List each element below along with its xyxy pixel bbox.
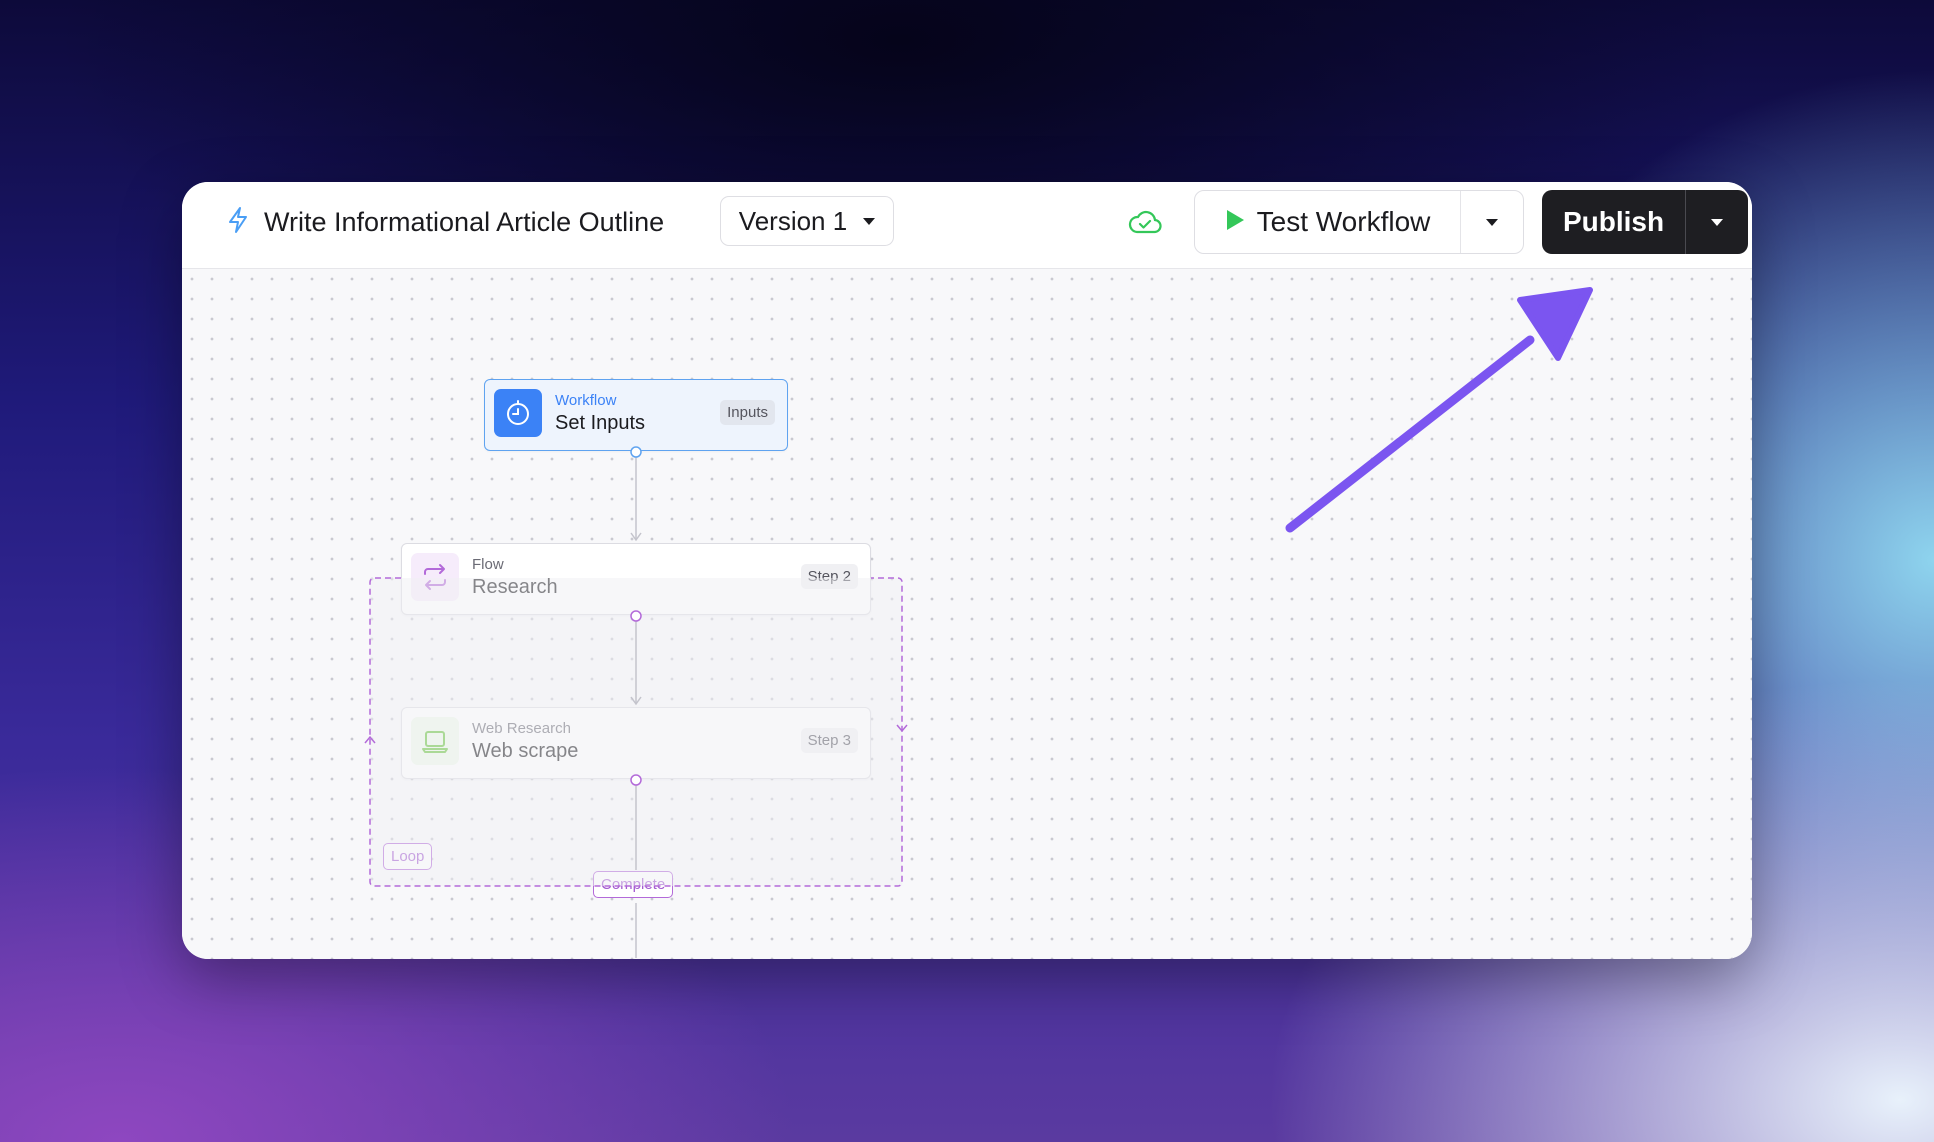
node-kind: Flow — [472, 556, 504, 573]
publish-button[interactable]: Publish — [1542, 190, 1686, 254]
node-badge: Step 3 — [800, 728, 858, 753]
lightning-icon — [226, 206, 250, 239]
version-dropdown[interactable]: Version 1 — [720, 196, 894, 246]
publish-group: Publish — [1542, 190, 1748, 254]
node-research[interactable]: Flow Research Step 2 — [401, 543, 871, 615]
node-name: Web scrape — [472, 740, 579, 762]
node-name: Research — [472, 576, 558, 598]
node-set-inputs[interactable]: Workflow Set Inputs Inputs — [484, 379, 788, 451]
node-kind: Web Research — [472, 720, 571, 737]
node-web-scrape[interactable]: Web Research Web scrape Step 3 — [401, 707, 871, 779]
cloud-check-icon — [1128, 208, 1162, 241]
timer-icon — [494, 389, 542, 437]
loop-tag[interactable]: Loop — [383, 843, 433, 870]
version-label: Version 1 — [738, 205, 848, 236]
laptop-icon — [411, 717, 459, 765]
test-workflow-label: Test Workflow — [1256, 206, 1431, 237]
node-name: Set Inputs — [555, 412, 646, 434]
test-options-button[interactable] — [1461, 191, 1523, 253]
node-badge: Step 2 — [800, 564, 858, 589]
publish-options-button[interactable] — [1686, 190, 1748, 254]
chevron-down-icon — [863, 217, 876, 225]
workflow-title[interactable]: Write Informational Article Outline — [264, 207, 664, 238]
test-workflow-button[interactable]: Test Workflow — [1195, 191, 1461, 253]
repeat-icon — [411, 553, 459, 601]
node-kind: Workflow — [555, 392, 617, 409]
chevron-down-icon — [1486, 218, 1498, 226]
top-bar: Write Informational Article Outline Vers… — [182, 182, 1752, 269]
complete-tag[interactable]: Complete — [593, 871, 674, 898]
chevron-down-icon — [1711, 218, 1723, 226]
play-icon — [1225, 206, 1245, 238]
title-area: Write Informational Article Outline — [226, 206, 664, 239]
node-badge: Inputs — [720, 400, 775, 425]
test-workflow-group: Test Workflow — [1194, 190, 1524, 254]
